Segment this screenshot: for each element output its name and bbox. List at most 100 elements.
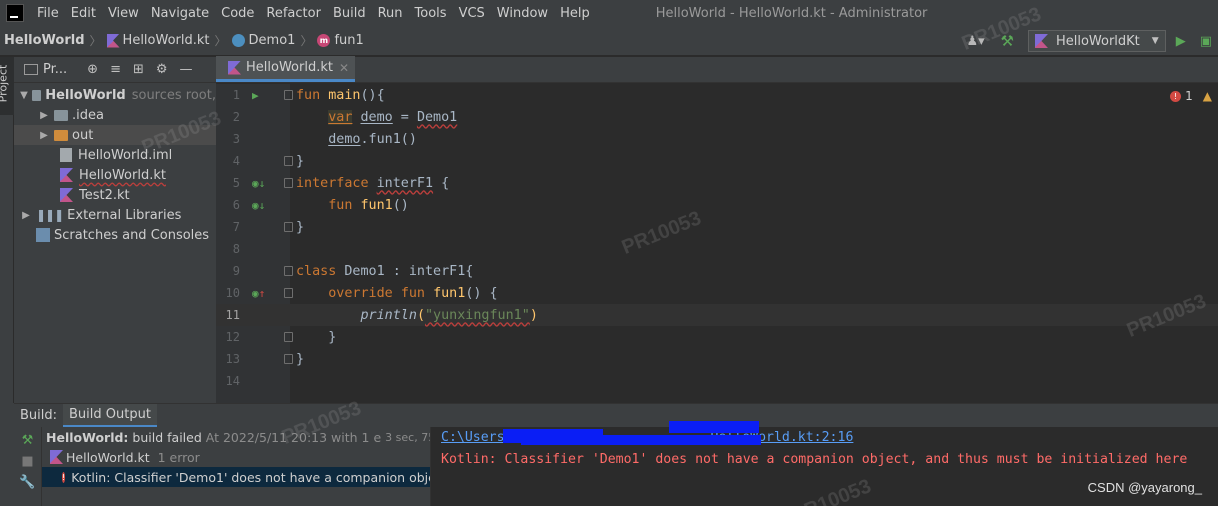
code-text: println("yunxingfun1")	[360, 307, 538, 323]
expand-all-icon[interactable]: ≡	[110, 62, 121, 77]
debug-icon[interactable]: ▣	[1200, 34, 1212, 49]
user-icon[interactable]: ♟▾	[967, 34, 985, 49]
line-number: 6	[232, 198, 240, 212]
menu-vcs[interactable]: VCS	[453, 6, 491, 21]
fold-marker-icon[interactable]	[284, 222, 293, 232]
fold-marker-icon[interactable]	[284, 266, 293, 276]
chevron-right-icon[interactable]: ▶	[20, 210, 32, 221]
tree-item-root[interactable]: ▼ HelloWorld sources root,	[14, 85, 216, 105]
code-line-1: 1 ▶ fun main(){	[216, 84, 1218, 106]
project-tool-tab[interactable]: Project	[0, 57, 14, 115]
code-text: fun main(){	[296, 87, 385, 103]
hide-panel-icon[interactable]: —	[180, 62, 193, 77]
run-configuration-label: HelloWorldKt	[1055, 33, 1140, 49]
tree-item-helloworld-kt[interactable]: HelloWorld.kt	[14, 165, 216, 185]
tree-item-label: .idea	[72, 107, 104, 123]
chevron-down-icon[interactable]: ▼	[20, 90, 28, 101]
code-line-13: 13 }	[216, 348, 1218, 370]
build-status-text: build failed	[132, 429, 202, 445]
implemented-gutter-icon[interactable]: ◉↓	[252, 177, 265, 190]
build-project-name: HelloWorld:	[46, 429, 129, 445]
tree-item-external-libraries[interactable]: ▶ ❚❚❚ External Libraries	[14, 205, 216, 225]
build-error-row[interactable]: ! Kotlin: Classifier 'Demo1' does not ha…	[42, 467, 430, 487]
menu-refactor[interactable]: Refactor	[260, 6, 327, 21]
implements-gutter-icon[interactable]: ◉↑	[252, 287, 265, 300]
line-number: 7	[232, 220, 240, 234]
implemented-gutter-icon[interactable]: ◉↓	[252, 199, 265, 212]
menu-window[interactable]: Window	[491, 6, 554, 21]
tree-item-out[interactable]: ▶ out	[14, 125, 216, 145]
fold-marker-icon[interactable]	[284, 354, 293, 364]
chevron-right-icon[interactable]: ▶	[38, 110, 50, 121]
folder-icon	[54, 109, 68, 121]
intellij-logo-icon	[6, 4, 24, 22]
csdn-credit: CSDN @yayarong_	[1087, 480, 1202, 495]
run-icon[interactable]: ▶	[1176, 34, 1186, 49]
editor-tab-label: HelloWorld.kt	[246, 60, 333, 75]
locate-target-icon[interactable]: ⊕	[87, 62, 98, 77]
breadcrumb-file-label: HelloWorld.kt	[122, 33, 210, 48]
build-status-time: 3 sec, 759 ms	[385, 430, 430, 444]
project-panel: Pr... ⊕ ≡ ⊞ ⚙ — ▼ HelloWorld sources roo…	[14, 57, 216, 403]
editor-tab-helloworld-kt[interactable]: HelloWorld.kt ✕	[216, 56, 356, 82]
breadcrumb-file[interactable]: HelloWorld.kt	[106, 33, 210, 48]
menu-navigate[interactable]: Navigate	[145, 6, 215, 21]
menu-file[interactable]: File	[31, 6, 65, 21]
breadcrumb-class[interactable]: Demo1	[231, 33, 295, 48]
method-icon: m	[317, 34, 331, 47]
redaction-mark	[669, 421, 759, 433]
console-error-message[interactable]: Kotlin: Classifier 'Demo1' does not have…	[441, 452, 1187, 467]
menu-build[interactable]: Build	[327, 6, 372, 21]
kotlin-file-icon	[60, 188, 73, 202]
menu-edit[interactable]: Edit	[65, 6, 102, 21]
tree-item-idea[interactable]: ▶ .idea	[14, 105, 216, 125]
line-number: 11	[225, 308, 240, 322]
fold-marker-icon[interactable]	[284, 90, 293, 100]
tree-item-iml[interactable]: HelloWorld.iml	[14, 145, 216, 165]
line-number: 10	[225, 286, 240, 300]
collapse-all-icon[interactable]: ⊞	[133, 62, 144, 77]
code-line-12: 12 }	[216, 326, 1218, 348]
fold-marker-icon[interactable]	[284, 288, 293, 298]
excluded-folder-icon	[54, 129, 68, 141]
build-file-row[interactable]: HelloWorld.kt 1 error	[42, 447, 430, 467]
project-panel-title[interactable]: Pr...	[43, 62, 67, 77]
menu-view[interactable]: View	[102, 6, 145, 21]
code-line-2: 2 var demo = Demo1	[216, 106, 1218, 128]
gear-icon[interactable]: ⚙	[156, 62, 168, 77]
fold-marker-icon[interactable]	[284, 178, 293, 188]
fold-marker-icon[interactable]	[284, 332, 293, 342]
menu-code[interactable]: Code	[215, 6, 260, 21]
code-text: fun fun1()	[328, 197, 409, 213]
menu-bar: File Edit View Navigate Code Refactor Bu…	[0, 0, 1218, 26]
build-hammer-icon[interactable]: ⚒	[14, 433, 41, 448]
breadcrumb-project[interactable]: HelloWorld	[4, 33, 85, 48]
run-gutter-icon[interactable]: ▶	[252, 89, 259, 102]
build-label: Build:	[20, 408, 58, 423]
breadcrumb-separator: 〉	[214, 34, 227, 48]
window-title: HelloWorld - HelloWorld.kt - Administrat…	[655, 5, 928, 21]
menu-tools[interactable]: Tools	[409, 6, 453, 21]
stop-icon[interactable]: ■	[14, 454, 41, 469]
wrench-icon[interactable]: 🔧	[14, 475, 41, 490]
tree-item-test2-kt[interactable]: Test2.kt	[14, 185, 216, 205]
libraries-icon: ❚❚❚	[36, 208, 64, 222]
fold-marker-icon[interactable]	[284, 156, 293, 166]
tree-item-scratches[interactable]: Scratches and Consoles	[14, 225, 216, 245]
close-icon[interactable]: ✕	[339, 61, 349, 75]
build-status-row[interactable]: HelloWorld: build failed At 2022/5/11 20…	[42, 427, 430, 447]
menu-help[interactable]: Help	[554, 6, 596, 21]
code-line-14: 14	[216, 370, 1218, 392]
tree-root-label: HelloWorld	[45, 87, 126, 103]
chevron-right-icon[interactable]: ▶	[38, 130, 50, 141]
breadcrumb-separator: 〉	[89, 34, 102, 48]
project-view-icon	[24, 64, 38, 75]
tree-item-label: Test2.kt	[79, 187, 130, 203]
run-configuration-select[interactable]: HelloWorldKt ▼	[1027, 30, 1166, 52]
breadcrumb-function[interactable]: m fun1	[317, 33, 364, 48]
code-text: demo.fun1()	[328, 131, 417, 147]
menu-run[interactable]: Run	[372, 6, 409, 21]
build-hammer-icon[interactable]: ⚒	[1001, 32, 1014, 50]
tab-build-output[interactable]: Build Output	[63, 403, 157, 428]
code-text: interface interF1 {	[296, 175, 450, 191]
